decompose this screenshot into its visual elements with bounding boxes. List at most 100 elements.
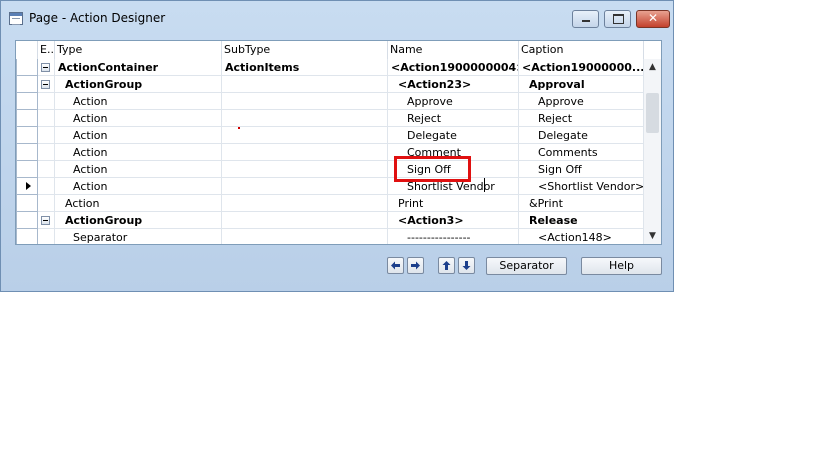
caption-cell[interactable]: <Action19000000... <box>519 59 644 76</box>
row-selector[interactable] <box>16 93 38 110</box>
type-cell[interactable]: Action <box>55 110 222 127</box>
row-selector[interactable] <box>16 212 38 229</box>
caption-cell[interactable]: &Print <box>519 195 644 212</box>
stray-red-mark <box>238 127 240 129</box>
minimize-button[interactable] <box>572 10 599 28</box>
caption-cell[interactable]: Approve <box>519 93 644 110</box>
type-cell[interactable]: ActionContainer <box>55 59 222 76</box>
expand-cell <box>38 178 55 195</box>
vertical-scrollbar[interactable]: ▲ ▼ <box>643 59 661 244</box>
expand-cell <box>38 110 55 127</box>
maximize-button[interactable] <box>604 10 631 28</box>
window-app-icon <box>9 12 23 25</box>
window-title: Page - Action Designer <box>29 11 166 25</box>
table-row[interactable]: Action Shortlist Vendor <Shortlist Vendor> <box>16 178 644 195</box>
header-caption[interactable]: Caption <box>519 41 644 59</box>
title-bar[interactable]: Page - Action Designer ✕ <box>1 1 673 35</box>
collapse-icon[interactable] <box>41 80 50 89</box>
name-cell[interactable]: Approve <box>388 93 519 110</box>
table-row[interactable]: ActionGroup <Action3> Release <box>16 212 644 229</box>
header-subtype[interactable]: SubType <box>222 41 388 59</box>
scroll-up-icon[interactable]: ▲ <box>644 59 661 75</box>
row-selector[interactable] <box>16 59 38 76</box>
caption-cell[interactable]: <Action148> <box>519 229 644 244</box>
grid-header: E.. Type SubType Name Caption <box>16 41 661 59</box>
caption-cell[interactable]: Release <box>519 212 644 229</box>
type-cell[interactable]: Separator <box>55 229 222 244</box>
move-left-button[interactable] <box>387 257 404 274</box>
name-cell[interactable]: Print <box>388 195 519 212</box>
type-cell[interactable]: Action <box>55 178 222 195</box>
subtype-cell[interactable] <box>222 212 388 229</box>
header-expand[interactable]: E.. <box>38 41 55 59</box>
name-cell[interactable]: Delegate <box>388 127 519 144</box>
type-cell[interactable]: Action <box>55 127 222 144</box>
type-cell[interactable]: ActionGroup <box>55 76 222 93</box>
subtype-cell[interactable] <box>222 93 388 110</box>
header-name[interactable]: Name <box>388 41 519 59</box>
row-selector[interactable] <box>16 178 38 195</box>
subtype-cell[interactable] <box>222 161 388 178</box>
subtype-cell[interactable] <box>222 127 388 144</box>
table-row[interactable]: Separator ---------------- <Action148> <box>16 229 644 244</box>
header-type[interactable]: Type <box>55 41 222 59</box>
expand-cell <box>38 161 55 178</box>
separator-button[interactable]: Separator <box>486 257 567 275</box>
expand-cell <box>38 229 55 244</box>
table-row[interactable]: Action Comment Comments <box>16 144 644 161</box>
scroll-down-icon[interactable]: ▼ <box>644 228 661 244</box>
move-up-button[interactable] <box>438 257 455 274</box>
name-cell[interactable]: Reject <box>388 110 519 127</box>
row-selector[interactable] <box>16 229 38 244</box>
close-button[interactable]: ✕ <box>636 10 670 28</box>
caption-cell[interactable]: Approval <box>519 76 644 93</box>
maximize-icon <box>613 14 624 24</box>
action-designer-window: Page - Action Designer ✕ E.. Type SubTyp… <box>0 0 674 292</box>
type-cell[interactable]: Action <box>55 161 222 178</box>
subtype-cell[interactable]: ActionItems <box>222 59 388 76</box>
row-selector[interactable] <box>16 127 38 144</box>
subtype-cell[interactable] <box>222 110 388 127</box>
row-selector[interactable] <box>16 195 38 212</box>
caption-cell[interactable]: Reject <box>519 110 644 127</box>
table-row[interactable]: Action Print &Print <box>16 195 644 212</box>
table-row[interactable]: Action Sign Off Sign Off <box>16 161 644 178</box>
caption-cell[interactable]: <Shortlist Vendor> <box>519 178 644 195</box>
type-cell[interactable]: ActionGroup <box>55 212 222 229</box>
table-row[interactable]: Action Reject Reject <box>16 110 644 127</box>
name-cell[interactable]: <Action3> <box>388 212 519 229</box>
arrow-down-icon <box>462 261 471 270</box>
text-cursor <box>484 178 485 192</box>
name-cell[interactable]: <Action1900000004> <box>388 59 519 76</box>
subtype-cell[interactable] <box>222 195 388 212</box>
table-row[interactable]: ActionGroup <Action23> Approval <box>16 76 644 93</box>
collapse-icon[interactable] <box>41 63 50 72</box>
name-cell[interactable]: <Action23> <box>388 76 519 93</box>
table-row[interactable]: ActionContainer ActionItems <Action1900000… <box>16 59 644 76</box>
subtype-cell[interactable] <box>222 178 388 195</box>
row-selector[interactable] <box>16 110 38 127</box>
caption-cell[interactable]: Sign Off <box>519 161 644 178</box>
type-cell[interactable]: Action <box>55 195 222 212</box>
subtype-cell[interactable] <box>222 229 388 244</box>
move-right-button[interactable] <box>407 257 424 274</box>
action-grid[interactable]: E.. Type SubType Name Caption ActionCont… <box>15 40 662 245</box>
subtype-cell[interactable] <box>222 76 388 93</box>
scroll-thumb[interactable] <box>646 93 659 133</box>
name-cell[interactable]: ---------------- <box>388 229 519 244</box>
minimize-icon <box>582 20 590 22</box>
type-cell[interactable]: Action <box>55 93 222 110</box>
help-button[interactable]: Help <box>581 257 662 275</box>
subtype-cell[interactable] <box>222 144 388 161</box>
caption-cell[interactable]: Delegate <box>519 127 644 144</box>
type-cell[interactable]: Action <box>55 144 222 161</box>
table-row[interactable]: Action Delegate Delegate <box>16 127 644 144</box>
row-selector[interactable] <box>16 161 38 178</box>
header-selector <box>16 41 38 59</box>
row-selector[interactable] <box>16 76 38 93</box>
caption-cell[interactable]: Comments <box>519 144 644 161</box>
collapse-icon[interactable] <box>41 216 50 225</box>
table-row[interactable]: Action Approve Approve <box>16 93 644 110</box>
move-down-button[interactable] <box>458 257 475 274</box>
row-selector[interactable] <box>16 144 38 161</box>
